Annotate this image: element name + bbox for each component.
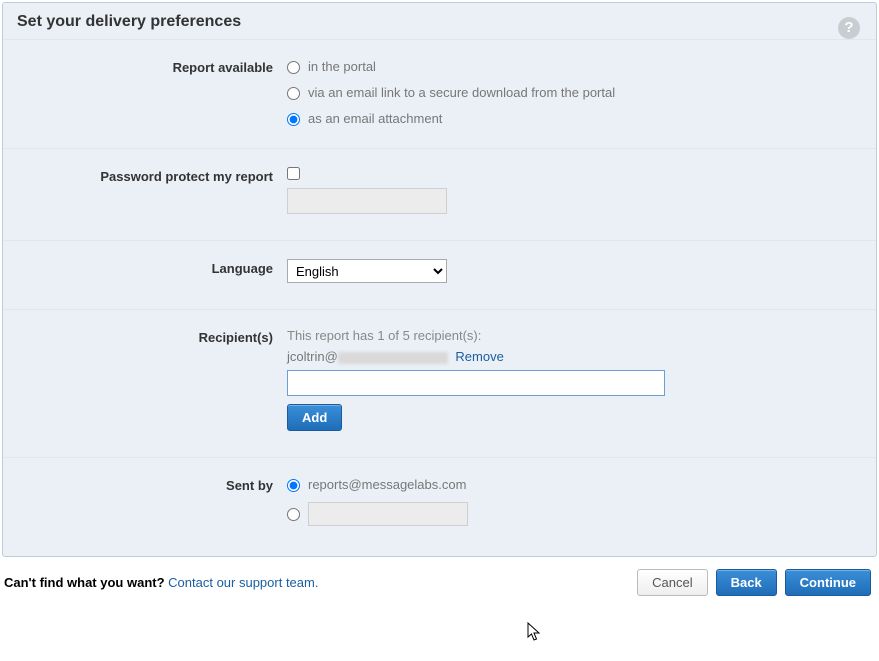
sentby-custom-input[interactable] [308, 502, 468, 526]
section-recipients: Recipient(s) This report has 1 of 5 reci… [3, 309, 876, 457]
radio-in-portal-label: in the portal [308, 58, 376, 76]
recipient-entry: jcoltrin@hidden Remove [287, 349, 862, 364]
recipients-count-text: This report has 1 of 5 recipient(s): [287, 328, 862, 343]
help-icon[interactable]: ? [838, 17, 860, 39]
radio-email-link-label: via an email link to a secure download f… [308, 84, 615, 102]
footer-bar: Can't find what you want? Contact our su… [2, 559, 877, 606]
add-recipient-button[interactable]: Add [287, 404, 342, 431]
label-sent-by: Sent by [17, 476, 287, 493]
contact-support-link[interactable]: Contact our support team. [168, 575, 318, 590]
panel-header: Set your delivery preferences ? [3, 3, 876, 39]
section-language: Language English [3, 240, 876, 309]
sentby-default-label: reports@messagelabs.com [308, 476, 466, 494]
footer-prompt: Can't find what you want? [4, 575, 165, 590]
radio-email-link[interactable] [287, 87, 300, 100]
section-password-protect: Password protect my report [3, 148, 876, 240]
label-language: Language [17, 259, 287, 276]
recipient-remove-link[interactable]: Remove [455, 349, 503, 364]
mouse-cursor-icon [527, 622, 543, 642]
label-password-protect: Password protect my report [17, 167, 287, 184]
continue-button[interactable]: Continue [785, 569, 871, 596]
radio-sentby-custom[interactable] [287, 508, 300, 521]
password-input[interactable] [287, 188, 447, 214]
radio-attachment[interactable] [287, 113, 300, 126]
radio-attachment-label: as an email attachment [308, 110, 442, 128]
label-recipients: Recipient(s) [17, 328, 287, 345]
section-report-available: Report available in the portal via an em… [3, 39, 876, 148]
panel-title: Set your delivery preferences [17, 13, 241, 30]
recipient-email-prefix: jcoltrin@ [287, 349, 338, 364]
label-report-available: Report available [17, 58, 287, 75]
delivery-preferences-panel: Set your delivery preferences ? Report a… [2, 2, 877, 557]
radio-in-portal[interactable] [287, 61, 300, 74]
recipient-input[interactable] [287, 370, 665, 396]
checkbox-password-protect[interactable] [287, 167, 300, 180]
back-button[interactable]: Back [716, 569, 777, 596]
section-sent-by: Sent by reports@messagelabs.com [3, 457, 876, 556]
language-select[interactable]: English [287, 259, 447, 283]
cancel-button[interactable]: Cancel [637, 569, 707, 596]
radio-sentby-default[interactable] [287, 479, 300, 492]
recipient-email-redacted: hidden [338, 352, 448, 364]
